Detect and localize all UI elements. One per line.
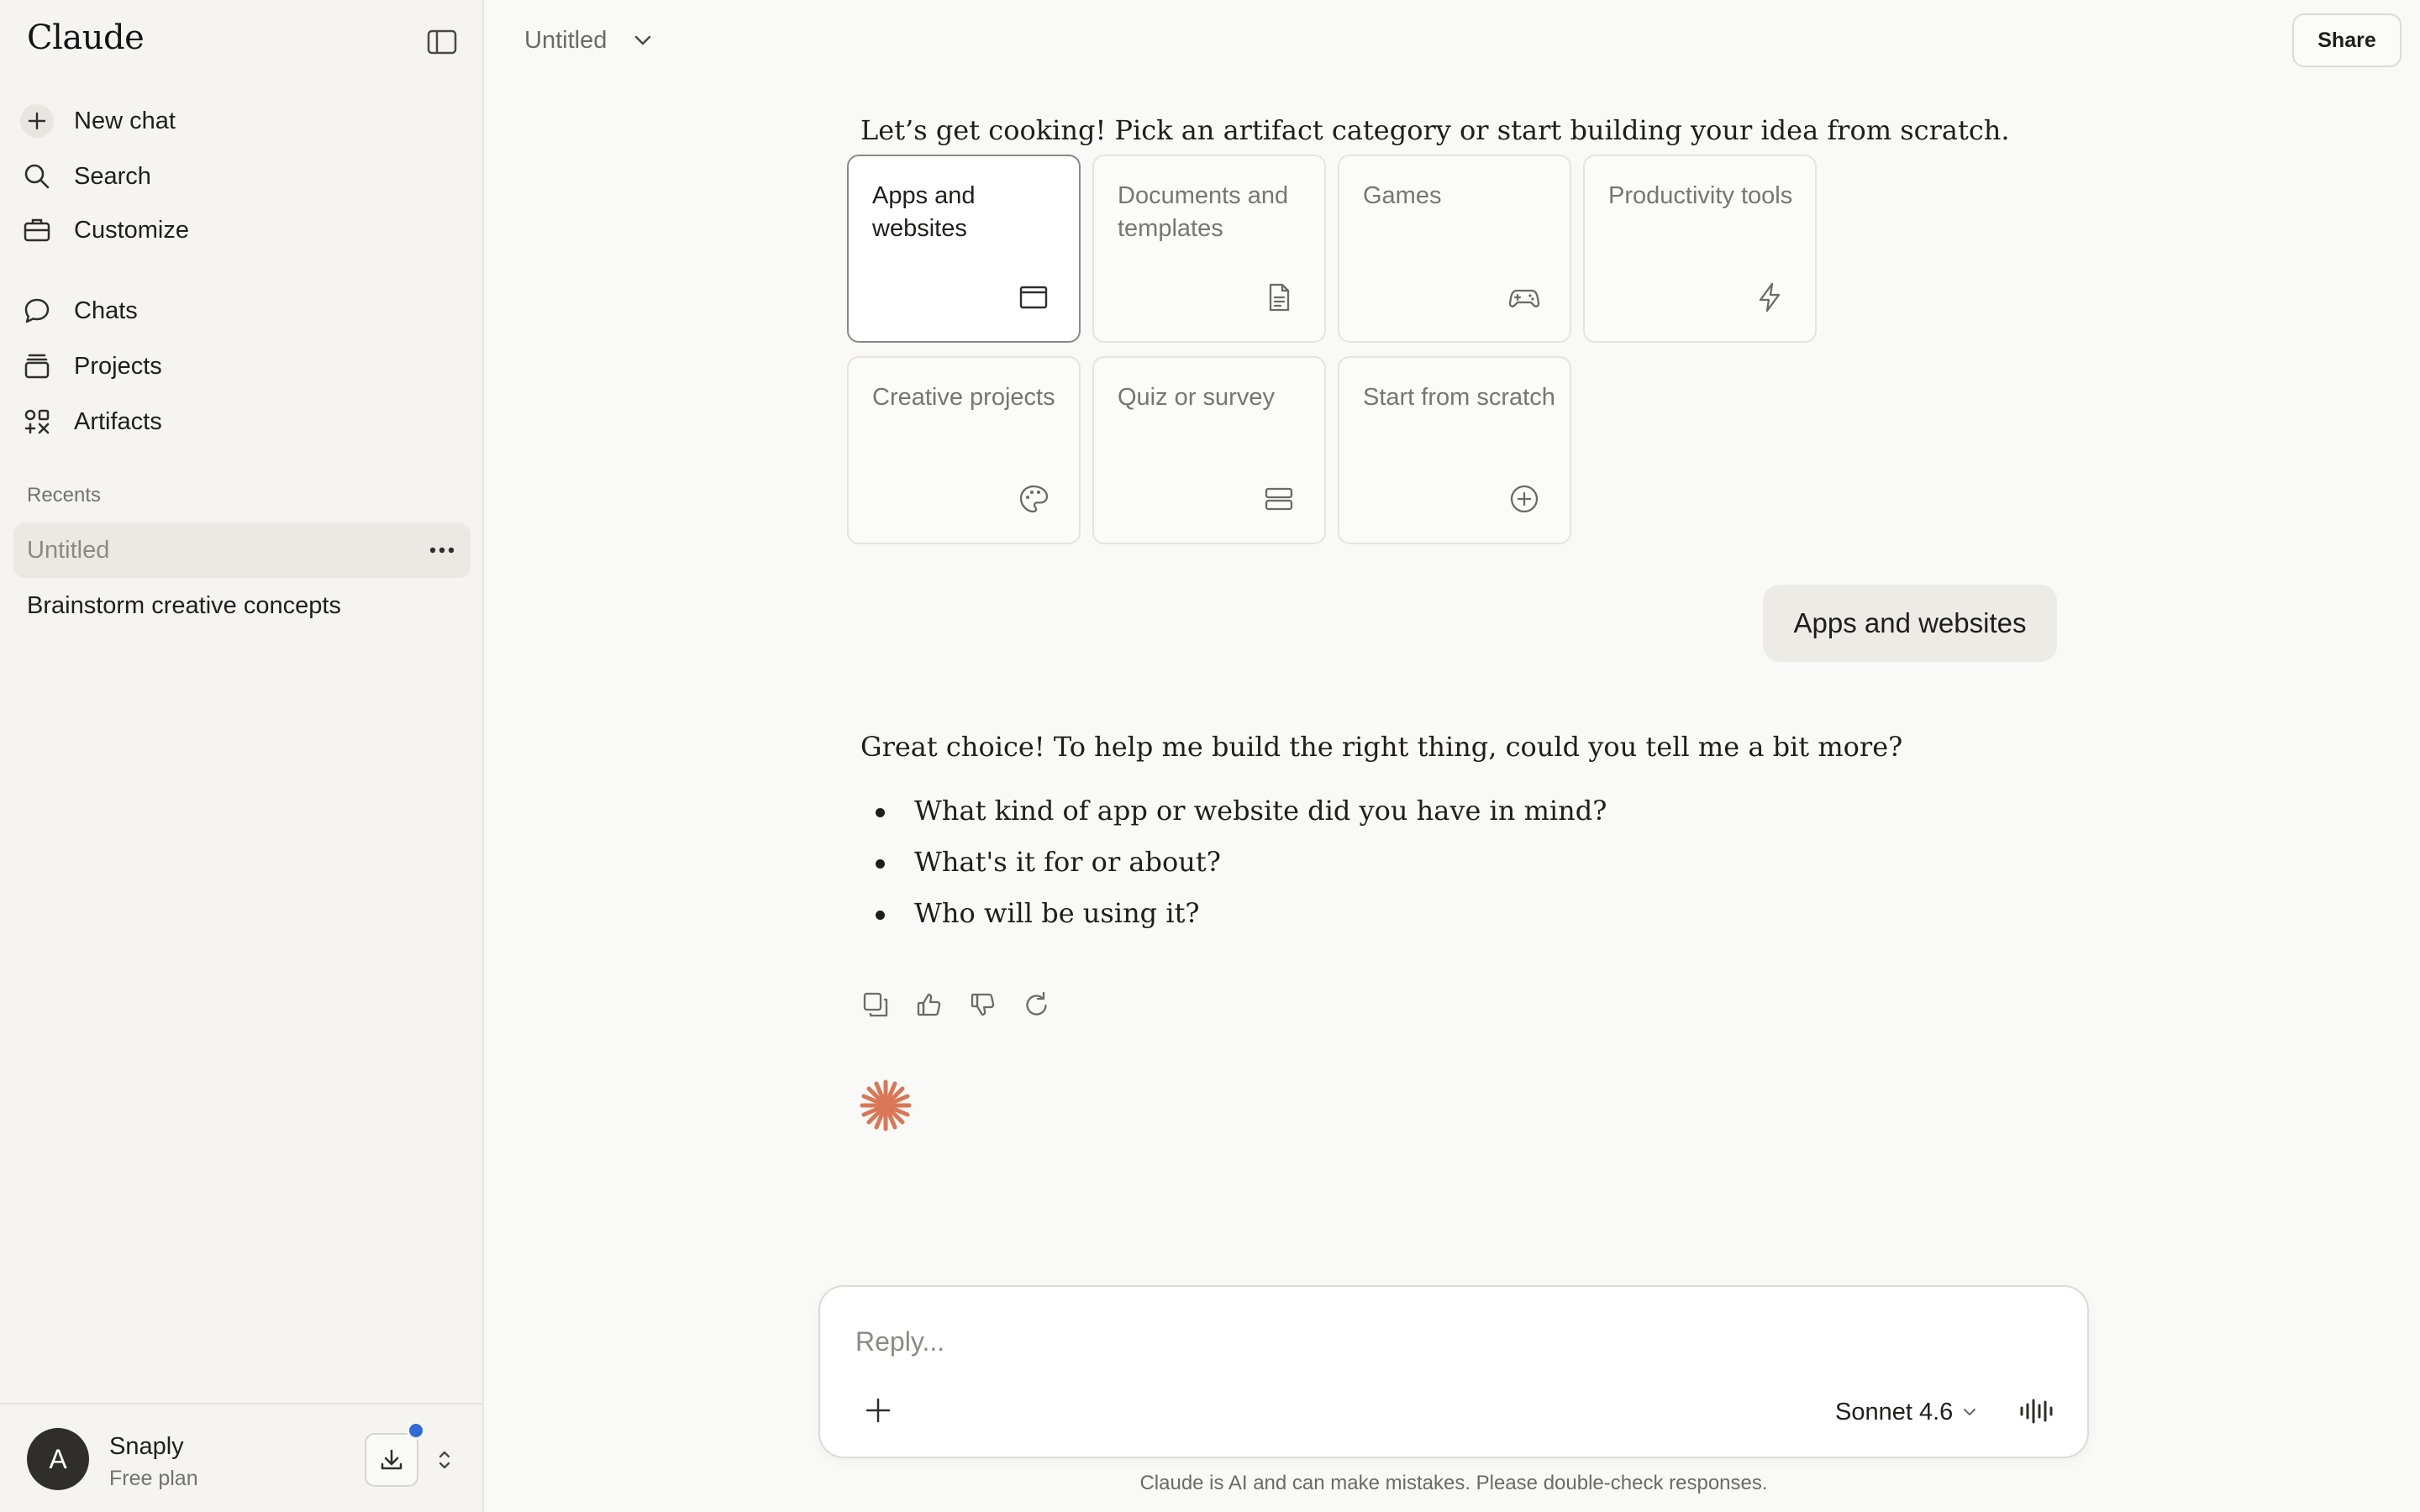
sidebar-item-artifacts[interactable]: Artifacts bbox=[13, 398, 471, 445]
category-card-apps[interactable]: Apps and websites bbox=[847, 155, 1081, 343]
sidebar-item-projects[interactable]: Projects bbox=[13, 343, 471, 390]
category-card-quiz[interactable]: Quiz or survey bbox=[1092, 356, 1326, 544]
recent-chat-item[interactable]: Untitled bbox=[13, 522, 471, 578]
chevron-down-icon bbox=[635, 35, 651, 45]
copy-icon[interactable] bbox=[855, 984, 896, 1025]
chat-bubble-icon bbox=[13, 287, 60, 334]
ai-disclaimer: Claude is AI and can make mistakes. Plea… bbox=[1139, 1472, 1768, 1494]
claude-spark-icon bbox=[857, 1077, 914, 1134]
chat-title: Untitled bbox=[524, 26, 608, 54]
nav-label: Customize bbox=[74, 216, 189, 244]
nav-label: Projects bbox=[74, 352, 162, 380]
share-button[interactable]: Share bbox=[2292, 13, 2402, 67]
document-icon bbox=[1262, 281, 1296, 314]
download-icon bbox=[381, 1449, 402, 1470]
chat-title-dropdown[interactable]: Untitled bbox=[514, 18, 664, 62]
reply-input[interactable] bbox=[855, 1320, 2032, 1362]
search-icon bbox=[13, 153, 60, 200]
customize-button[interactable]: Customize bbox=[13, 207, 471, 254]
plus-icon[interactable] bbox=[857, 1389, 899, 1431]
nav-label: Search bbox=[74, 162, 151, 190]
list-item: What kind of app or website did you have… bbox=[874, 795, 1607, 846]
card-label: Documents and templates bbox=[1118, 182, 1289, 242]
card-label: Start from scratch bbox=[1363, 384, 1555, 411]
account-plan: Free plan bbox=[109, 1467, 198, 1490]
recent-chat-title: Brainstorm creative concepts bbox=[27, 591, 341, 619]
card-label: Creative projects bbox=[872, 384, 1055, 411]
assistant-question-list: What kind of app or website did you have… bbox=[874, 795, 1607, 948]
card-label: Quiz or survey bbox=[1118, 384, 1275, 411]
card-label: Games bbox=[1363, 182, 1442, 209]
chevron-up-down-icon[interactable] bbox=[432, 1445, 457, 1475]
lightning-icon bbox=[1753, 281, 1786, 314]
nav-label: New chat bbox=[74, 107, 176, 134]
user-message-bubble: Apps and websites bbox=[1763, 585, 2057, 662]
app-logo[interactable]: Claude bbox=[27, 18, 145, 57]
reply-composer: Sonnet 4.6 bbox=[818, 1285, 2089, 1458]
recents-heading: Recents bbox=[27, 484, 102, 507]
artifacts-grid-icon bbox=[13, 398, 60, 445]
thumbs-down-icon[interactable] bbox=[963, 984, 1003, 1025]
plus-icon bbox=[13, 97, 60, 144]
notification-dot bbox=[407, 1421, 425, 1440]
palette-icon bbox=[1017, 482, 1050, 516]
sidebar-item-chats[interactable]: Chats bbox=[13, 287, 471, 334]
model-selector[interactable]: Sonnet 4.6 bbox=[1835, 1391, 1978, 1433]
list-rows-icon bbox=[1262, 482, 1296, 516]
folder-stack-icon bbox=[13, 343, 60, 390]
chevron-down-icon bbox=[1964, 1409, 1976, 1415]
new-chat-button[interactable]: New chat bbox=[13, 97, 471, 144]
category-card-documents[interactable]: Documents and templates bbox=[1092, 155, 1326, 343]
nav-label: Chats bbox=[74, 297, 138, 324]
voice-mode-icon[interactable] bbox=[2015, 1389, 2059, 1433]
retry-icon[interactable] bbox=[1017, 984, 1057, 1025]
avatar[interactable]: A bbox=[27, 1428, 89, 1490]
recent-chat-item[interactable]: Brainstorm creative concepts bbox=[13, 578, 471, 633]
account-name: Snaply bbox=[109, 1433, 184, 1460]
category-card-games[interactable]: Games bbox=[1338, 155, 1571, 343]
gamepad-icon bbox=[1507, 281, 1541, 314]
list-item: What's it for or about? bbox=[874, 846, 1607, 897]
search-button[interactable]: Search bbox=[13, 153, 471, 200]
sidebar: Claude New chat Search Customize Chats P… bbox=[0, 0, 484, 1512]
assistant-message-lead: Great choice! To help me build the right… bbox=[860, 731, 1903, 763]
download-app-button[interactable] bbox=[365, 1433, 418, 1487]
nav-label: Artifacts bbox=[74, 407, 162, 435]
sidebar-toggle-icon[interactable] bbox=[425, 25, 459, 59]
briefcase-icon bbox=[13, 207, 60, 254]
browser-window-icon bbox=[1017, 281, 1050, 314]
category-card-creative[interactable]: Creative projects bbox=[847, 356, 1081, 544]
thumbs-up-icon[interactable] bbox=[909, 984, 950, 1025]
category-card-scratch[interactable]: Start from scratch bbox=[1338, 356, 1571, 544]
account-panel[interactable]: A Snaply Free plan bbox=[0, 1403, 484, 1512]
category-card-productivity[interactable]: Productivity tools bbox=[1583, 155, 1817, 343]
model-name: Sonnet 4.6 bbox=[1835, 1398, 1954, 1425]
message-actions bbox=[855, 984, 1071, 1025]
plus-circle-icon bbox=[1507, 482, 1541, 516]
list-item: Who will be using it? bbox=[874, 897, 1607, 948]
card-label: Apps and websites bbox=[872, 182, 976, 242]
recent-chat-title: Untitled bbox=[27, 536, 110, 564]
more-options-icon[interactable] bbox=[425, 533, 459, 567]
card-label: Productivity tools bbox=[1608, 182, 1793, 209]
assistant-intro-text: Let’s get cooking! Pick an artifact cate… bbox=[860, 114, 2010, 146]
